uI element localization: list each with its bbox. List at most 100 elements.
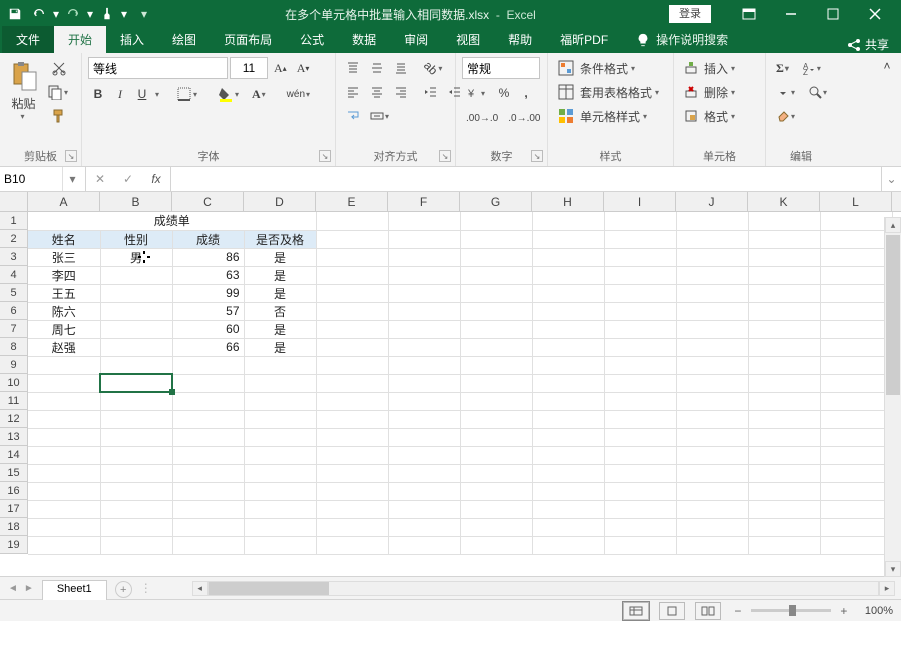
cell-C7[interactable]: 60: [172, 320, 244, 338]
cell-I14[interactable]: [604, 446, 676, 464]
cell-I15[interactable]: [604, 464, 676, 482]
page-layout-view-button[interactable]: [659, 602, 685, 620]
cell-B11[interactable]: [100, 392, 172, 410]
cell-B8[interactable]: [100, 338, 172, 356]
cell-B3[interactable]: 男: [100, 248, 172, 266]
cell-H2[interactable]: [532, 230, 604, 248]
cell-D11[interactable]: [244, 392, 316, 410]
cell-K4[interactable]: [748, 266, 820, 284]
row-header-3[interactable]: 3: [0, 248, 28, 266]
cell-J8[interactable]: [676, 338, 748, 356]
cell-I5[interactable]: [604, 284, 676, 302]
cell-F8[interactable]: [388, 338, 460, 356]
row-header-19[interactable]: 19: [0, 536, 28, 554]
cell-H4[interactable]: [532, 266, 604, 284]
cell-L8[interactable]: [820, 338, 892, 356]
vertical-scrollbar[interactable]: ▴ ▾: [884, 217, 901, 577]
cell-A6[interactable]: 陈六: [28, 302, 100, 320]
sort-filter-button[interactable]: AZ▾: [798, 57, 828, 79]
cell-C11[interactable]: [172, 392, 244, 410]
cell-H13[interactable]: [532, 428, 604, 446]
format-cells-button[interactable]: 格式▾: [680, 105, 762, 127]
align-left-button[interactable]: [342, 81, 364, 103]
cell-G10[interactable]: [460, 374, 532, 392]
row-header-8[interactable]: 8: [0, 338, 28, 356]
cell-K8[interactable]: [748, 338, 820, 356]
cell-F9[interactable]: [388, 356, 460, 374]
row-header-14[interactable]: 14: [0, 446, 28, 464]
cell-B5[interactable]: [100, 284, 172, 302]
increase-decimal-button[interactable]: .00→.0: [462, 107, 502, 129]
cell-I9[interactable]: [604, 356, 676, 374]
cell-K10[interactable]: [748, 374, 820, 392]
cell-H10[interactable]: [532, 374, 604, 392]
cell-L7[interactable]: [820, 320, 892, 338]
cell-H14[interactable]: [532, 446, 604, 464]
cell-H12[interactable]: [532, 410, 604, 428]
sheet-next-icon[interactable]: ►: [22, 583, 36, 594]
cell-B2[interactable]: 性别: [100, 230, 172, 248]
cell-G17[interactable]: [460, 500, 532, 518]
cell-F19[interactable]: [388, 536, 460, 554]
cell-C13[interactable]: [172, 428, 244, 446]
cell-A9[interactable]: [28, 356, 100, 374]
cell-A14[interactable]: [28, 446, 100, 464]
cell-I13[interactable]: [604, 428, 676, 446]
redo-icon[interactable]: [62, 3, 84, 25]
cell-L2[interactable]: [820, 230, 892, 248]
cell-C4[interactable]: 63: [172, 266, 244, 284]
cell-J16[interactable]: [676, 482, 748, 500]
cell-I3[interactable]: [604, 248, 676, 266]
row-headers[interactable]: 12345678910111213141516171819: [0, 212, 28, 554]
cell-F2[interactable]: [388, 230, 460, 248]
tab-data[interactable]: 数据: [338, 26, 390, 53]
row-header-5[interactable]: 5: [0, 284, 28, 302]
cell-E12[interactable]: [316, 410, 388, 428]
merge-center-button[interactable]: ▾: [366, 105, 396, 127]
cell-B16[interactable]: [100, 482, 172, 500]
cell-K5[interactable]: [748, 284, 820, 302]
cell-A19[interactable]: [28, 536, 100, 554]
cell-E15[interactable]: [316, 464, 388, 482]
cell-A12[interactable]: [28, 410, 100, 428]
cell-A13[interactable]: [28, 428, 100, 446]
paste-button[interactable]: 粘贴 ▾: [6, 57, 41, 123]
cell-K6[interactable]: [748, 302, 820, 320]
zoom-out-button[interactable]: −: [731, 604, 745, 618]
row-header-15[interactable]: 15: [0, 464, 28, 482]
border-button[interactable]: ▾: [172, 83, 204, 105]
qat-customize-icon[interactable]: ▾: [140, 7, 148, 21]
cell-L19[interactable]: [820, 536, 892, 554]
cell-H5[interactable]: [532, 284, 604, 302]
cell-A8[interactable]: 赵强: [28, 338, 100, 356]
column-header-K[interactable]: K: [748, 192, 820, 212]
cell-K15[interactable]: [748, 464, 820, 482]
align-top-button[interactable]: [342, 57, 364, 79]
cell-K1[interactable]: [748, 212, 820, 230]
cell-G3[interactable]: [460, 248, 532, 266]
cell-L9[interactable]: [820, 356, 892, 374]
cell-J9[interactable]: [676, 356, 748, 374]
cell-L11[interactable]: [820, 392, 892, 410]
scroll-thumb-h[interactable]: [209, 582, 329, 595]
cell-G5[interactable]: [460, 284, 532, 302]
cell-C3[interactable]: 86: [172, 248, 244, 266]
cell-E10[interactable]: [316, 374, 388, 392]
cell-J5[interactable]: [676, 284, 748, 302]
tab-home[interactable]: 开始: [54, 26, 106, 53]
cell-A7[interactable]: 周七: [28, 320, 100, 338]
horizontal-scrollbar[interactable]: ◂ ▸: [192, 581, 895, 596]
cell-H6[interactable]: [532, 302, 604, 320]
enter-formula-button[interactable]: ✓: [114, 167, 142, 191]
column-header-G[interactable]: G: [460, 192, 532, 212]
cell-I19[interactable]: [604, 536, 676, 554]
scroll-up-button[interactable]: ▴: [885, 217, 901, 233]
autosum-button[interactable]: Σ▾: [772, 57, 796, 79]
cell-B6[interactable]: [100, 302, 172, 320]
cell-F15[interactable]: [388, 464, 460, 482]
row-header-18[interactable]: 18: [0, 518, 28, 536]
row-header-7[interactable]: 7: [0, 320, 28, 338]
cell-J19[interactable]: [676, 536, 748, 554]
cell-B17[interactable]: [100, 500, 172, 518]
cell-L6[interactable]: [820, 302, 892, 320]
